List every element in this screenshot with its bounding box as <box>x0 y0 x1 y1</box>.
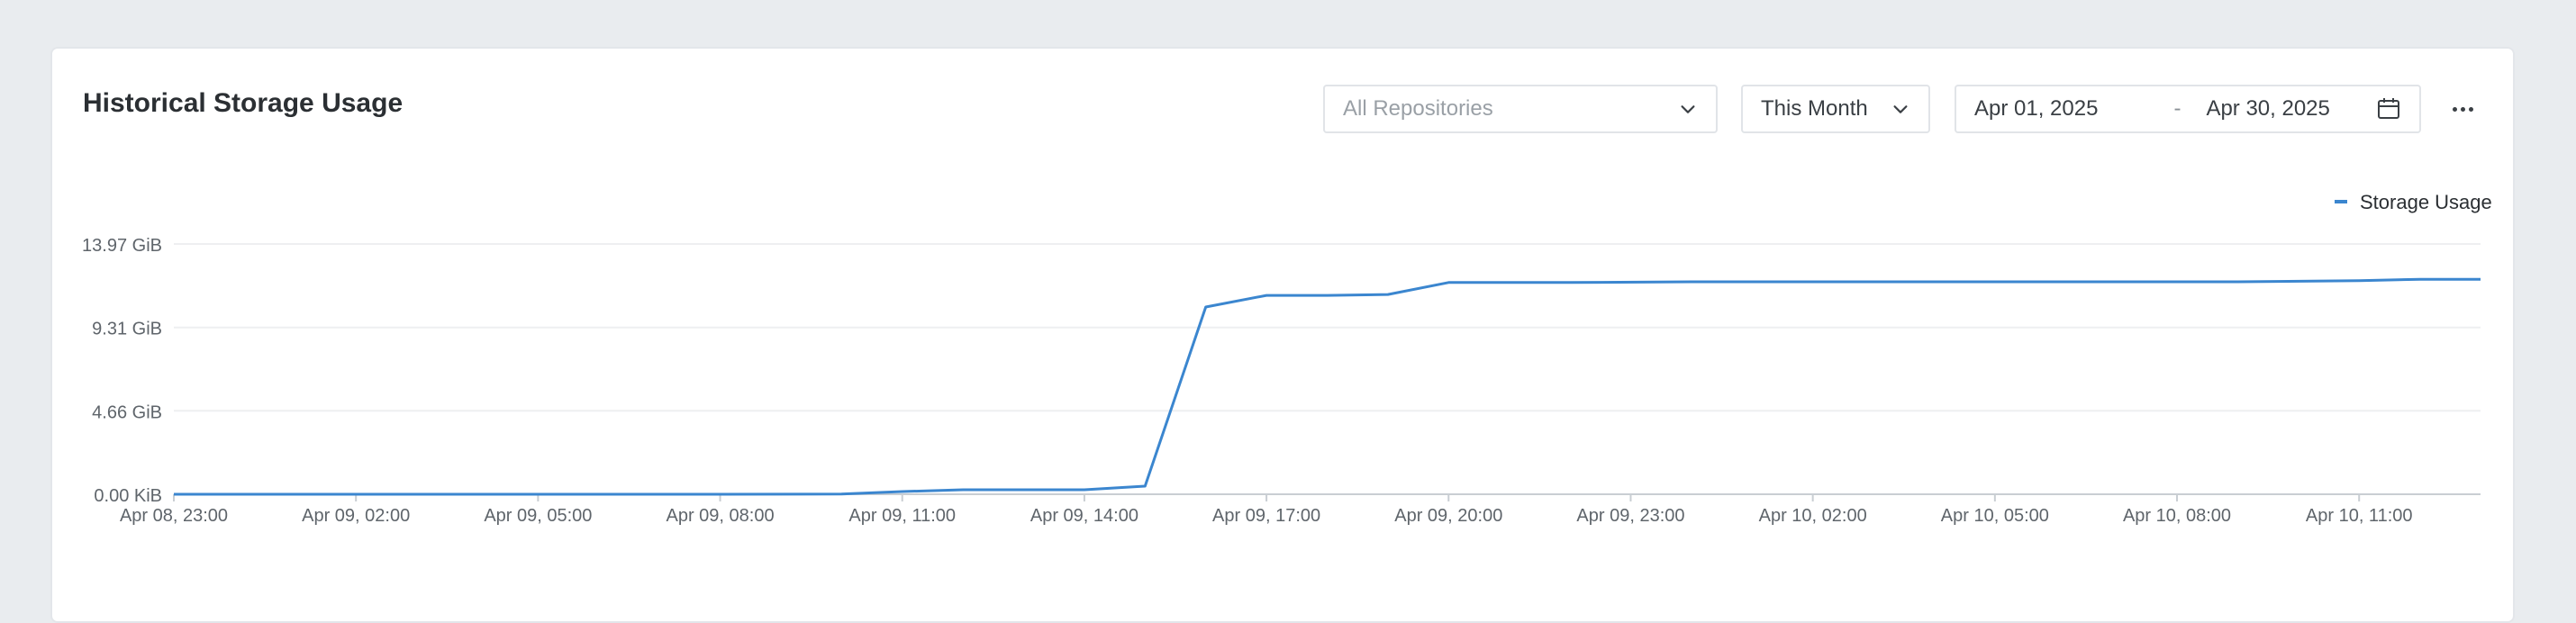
y-tick-label: 4.66 GiB <box>92 402 162 422</box>
x-tick-label: Apr 08, 23:00 <box>120 506 228 526</box>
x-tick-label: Apr 10, 05:00 <box>1941 506 2049 526</box>
storage-usage-chart: 0.00 KiB 4.66 GiB 9.31 GiB 13.97 GiB Apr 08… <box>82 191 2492 526</box>
x-tick-label: Apr 09, 23:00 <box>1576 506 1684 526</box>
x-tick-label: Apr 09, 20:00 <box>1394 506 1502 526</box>
x-tick-label: Apr 09, 02:00 <box>302 506 410 526</box>
y-tick-label: 9.31 GiB <box>92 320 162 339</box>
x-tick-label: Apr 10, 08:00 <box>2123 506 2231 526</box>
legend-label-storage-usage[interactable]: Storage Usage <box>2360 191 2492 213</box>
legend: Storage Usage <box>2335 191 2492 213</box>
x-tick-label: Apr 10, 11:00 <box>2306 506 2413 526</box>
grid-lines <box>174 243 2481 412</box>
x-tick-label: Apr 09, 08:00 <box>667 506 775 526</box>
y-tick-label: 13.97 GiB <box>82 236 162 256</box>
x-tick-label: Apr 09, 11:00 <box>848 506 956 526</box>
x-tick-label: Apr 09, 14:00 <box>1030 506 1138 526</box>
series-line-storage-usage[interactable] <box>174 277 2481 496</box>
x-axis-tick-labels: Apr 08, 23:00 Apr 09, 02:00 Apr 09, 05:00 A… <box>120 506 2413 526</box>
x-tick-label: Apr 10, 02:00 <box>1759 506 1867 526</box>
y-axis-tick-labels: 0.00 KiB 4.66 GiB 9.31 GiB 13.97 GiB <box>82 236 162 506</box>
series <box>174 277 2481 496</box>
y-tick-label: 0.00 KiB <box>94 486 162 506</box>
x-tick-label: Apr 09, 05:00 <box>484 506 592 526</box>
x-tick-label: Apr 09, 17:00 <box>1212 506 1320 526</box>
